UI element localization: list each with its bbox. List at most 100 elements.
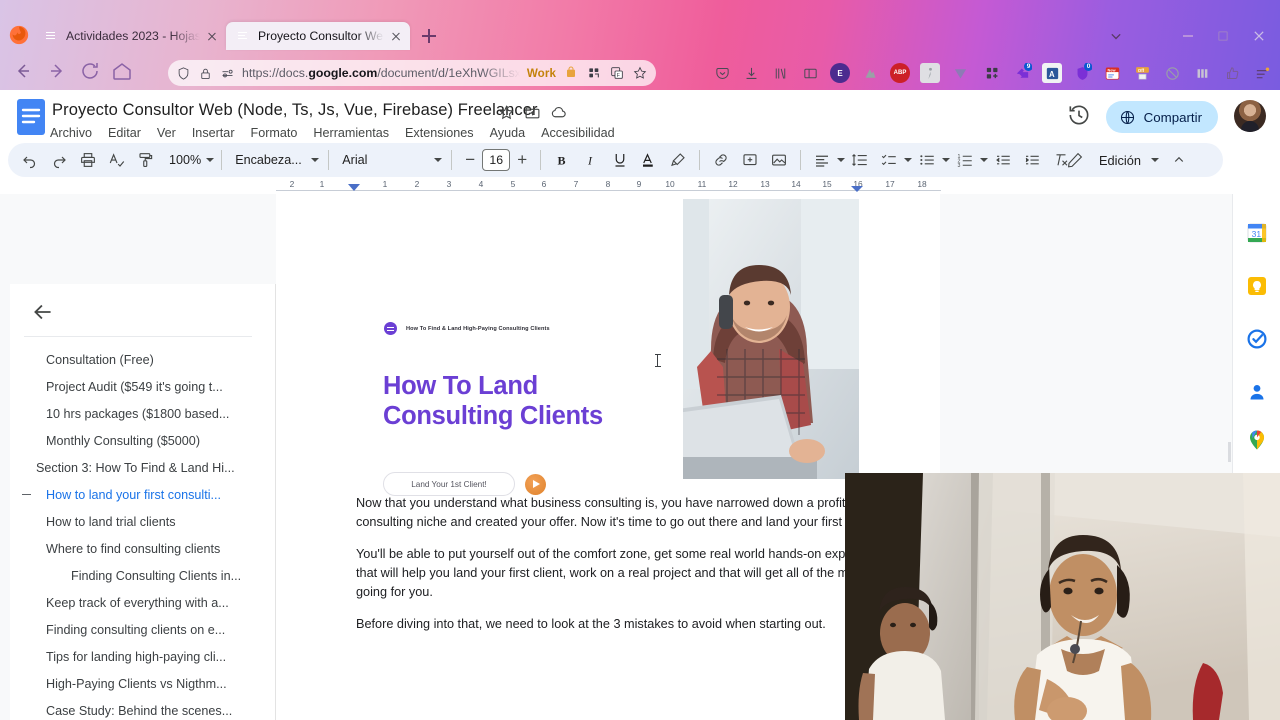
link-icon[interactable] (707, 146, 735, 174)
google-calendar-icon[interactable]: 31 (1245, 221, 1269, 245)
bold-icon[interactable]: B (548, 146, 576, 174)
firefox-menu-icon[interactable] (1252, 63, 1272, 83)
reload-button[interactable] (78, 59, 102, 83)
comment-icon[interactable] (736, 146, 764, 174)
outline-item[interactable]: Finding consulting clients on e... (0, 616, 266, 643)
checklist-icon[interactable] (875, 146, 903, 174)
bulleted-chevron-down-icon[interactable] (942, 158, 951, 162)
new-tab-button[interactable] (418, 25, 440, 47)
webcam-video-overlay[interactable] (845, 473, 1280, 720)
browser-tab-1[interactable]: Proyecto Consultor Web (Node (226, 22, 410, 50)
highlight-icon[interactable] (664, 146, 692, 174)
mute-extension-icon[interactable] (1162, 63, 1182, 83)
share-button[interactable]: Compartir (1105, 101, 1218, 133)
checklist-chevron-down-icon[interactable] (904, 158, 913, 162)
menu-formato[interactable]: Formato (251, 126, 298, 140)
version-history-icon[interactable] (1066, 102, 1092, 128)
downloads-icon[interactable] (741, 63, 761, 83)
forward-button[interactable] (46, 59, 70, 83)
onenote-extension-icon[interactable]: A (1042, 63, 1062, 83)
zoom-level[interactable]: 100% (165, 153, 205, 167)
increase-font-size-button[interactable]: + (511, 148, 533, 172)
translate-icon[interactable]: F (609, 65, 625, 81)
document-text-content[interactable]: Now that you understand what business co… (356, 494, 916, 648)
menu-herramientas[interactable]: Herramientas (313, 126, 389, 140)
google-maps-icon[interactable] (1245, 428, 1269, 452)
undo-icon[interactable] (16, 146, 44, 174)
minimize-button[interactable] (1177, 26, 1199, 46)
back-button[interactable] (10, 59, 34, 83)
url-text[interactable]: https://docs.google.com/document/d/1eXhW… (242, 66, 520, 80)
google-contacts-icon[interactable] (1245, 380, 1269, 404)
close-outline-button[interactable] (30, 299, 56, 325)
vimium-extension-icon[interactable] (950, 63, 970, 83)
close-icon[interactable] (204, 28, 220, 44)
right-indent-marker[interactable] (851, 186, 863, 192)
columns-extension-icon[interactable] (1192, 63, 1212, 83)
print-icon[interactable] (74, 146, 102, 174)
browser-tab-0[interactable]: Actividades 2023 - Hojas de cá (34, 22, 226, 50)
evernote-extension-icon[interactable]: E (830, 63, 850, 83)
menu-extensiones[interactable]: Extensiones (405, 126, 474, 140)
docs-logo-icon[interactable] (16, 98, 46, 136)
italic-icon[interactable]: I (577, 146, 605, 174)
redo-icon[interactable] (45, 146, 73, 174)
left-indent-marker[interactable] (348, 184, 360, 191)
pocket-icon[interactable] (712, 63, 732, 83)
image-icon[interactable] (765, 146, 793, 174)
lock-icon[interactable] (198, 66, 213, 81)
increase-indent-icon[interactable] (1018, 146, 1046, 174)
paint-format-icon[interactable] (132, 146, 160, 174)
outline-item[interactable]: How to land trial clients (0, 508, 266, 535)
menu-accesibilidad[interactable]: Accesibilidad (541, 126, 615, 140)
outline-item[interactable]: Monthly Consulting ($5000) (0, 427, 266, 454)
chevron-down-icon[interactable] (1151, 158, 1159, 162)
news-extension-icon[interactable]: New (1102, 63, 1122, 83)
collapse-toolbar-icon[interactable] (1165, 146, 1193, 174)
paragraph-style-select[interactable]: Encabeza... (229, 146, 321, 174)
underline-icon[interactable] (606, 146, 634, 174)
document-ruler[interactable]: 2 1 1 2 3 4 5 6 7 8 9 10 11 12 13 14 15 … (0, 178, 1232, 194)
align-chevron-down-icon[interactable] (837, 158, 846, 162)
sidebar-icon[interactable] (800, 63, 820, 83)
library-icon[interactable] (770, 63, 790, 83)
google-tasks-icon[interactable] (1245, 327, 1269, 351)
document-title[interactable]: Proyecto Consultor Web (Node, Ts, Js, Vu… (52, 101, 538, 120)
bookmark-star-icon[interactable] (632, 65, 648, 81)
abp-extension-icon[interactable]: ABP (890, 63, 910, 83)
outline-item[interactable]: Case Study: Behind the scenes... (0, 697, 266, 720)
thumbs-up-extension-icon[interactable] (1222, 63, 1242, 83)
maximize-restore-button[interactable] (1212, 26, 1234, 46)
url-bar[interactable]: https://docs.google.com/document/d/1eXhW… (168, 60, 656, 86)
shield-icon[interactable] (176, 66, 191, 81)
outline-item[interactable]: Keep track of everything with a... (0, 589, 266, 616)
avatar[interactable] (1234, 100, 1266, 132)
line-spacing-icon[interactable] (846, 146, 874, 174)
outline-item[interactable]: High-Paying Clients vs Nigthm... (0, 670, 266, 697)
align-icon[interactable] (808, 146, 836, 174)
office-extension-icon[interactable]: Off (1132, 63, 1152, 83)
grammar-extension-icon[interactable] (860, 63, 880, 83)
home-button[interactable] (110, 59, 134, 83)
menu-ayuda[interactable]: Ayuda (490, 126, 525, 140)
close-icon[interactable] (388, 28, 404, 44)
menu-archivo[interactable]: Archivo (50, 126, 92, 140)
purple-extension-icon[interactable]: 9 (1012, 63, 1032, 83)
zoom-chevron-down-icon[interactable] (206, 158, 215, 162)
decrease-indent-icon[interactable] (989, 146, 1017, 174)
google-keep-icon[interactable] (1245, 274, 1269, 298)
collapse-icon[interactable] (20, 489, 32, 501)
outline-item[interactable]: 10 hrs packages ($1800 based... (0, 400, 266, 427)
permissions-icon[interactable] (220, 66, 235, 81)
scrollbar-thumb[interactable] (1228, 442, 1231, 462)
menu-insertar[interactable]: Insertar (192, 126, 235, 140)
font-size-input[interactable]: 16 (482, 149, 511, 171)
outline-item[interactable]: Project Audit ($549 it's going t... (0, 373, 266, 400)
bitwarden-extension-icon[interactable]: 0 (1072, 63, 1092, 83)
outline-item[interactable]: Finding Consulting Clients in... (0, 562, 266, 589)
menu-ver[interactable]: Ver (157, 126, 176, 140)
font-family-select[interactable]: Arial (336, 146, 444, 174)
spellcheck-icon[interactable] (103, 146, 131, 174)
cloud-saved-icon[interactable] (550, 104, 567, 121)
outline-item[interactable]: Consultation (Free) (0, 346, 266, 373)
